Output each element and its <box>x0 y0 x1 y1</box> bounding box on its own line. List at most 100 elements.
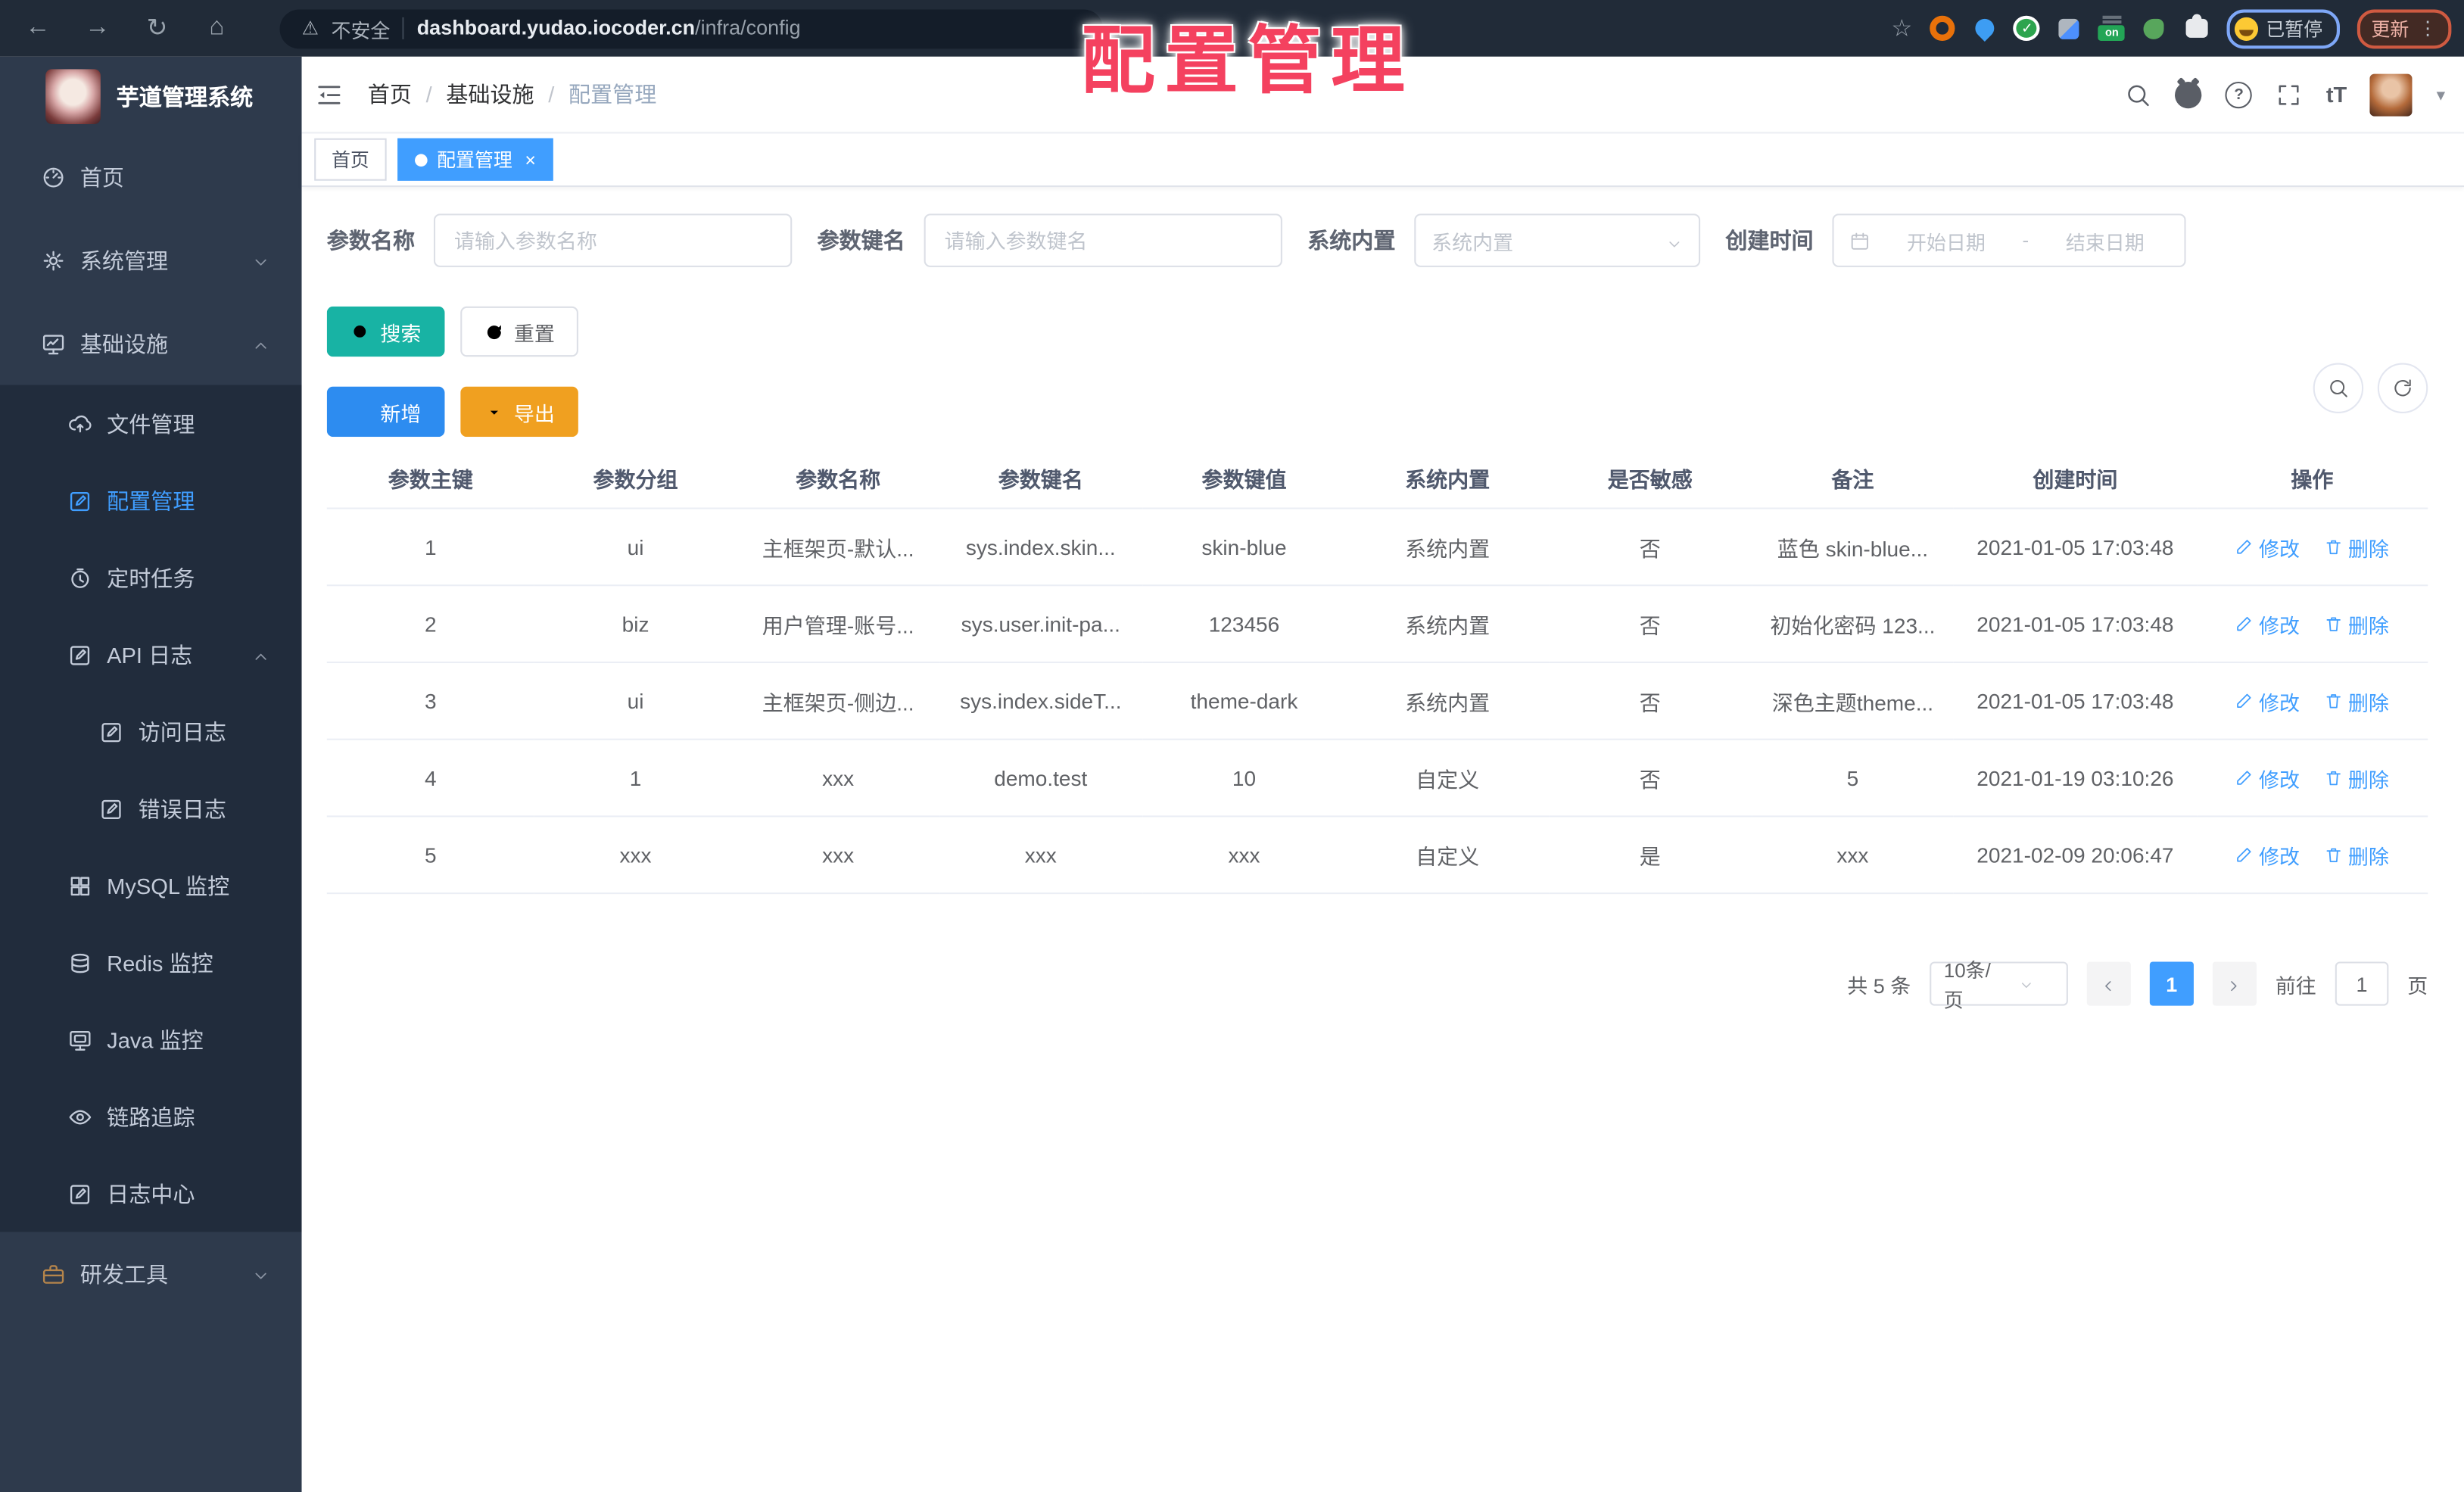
config-table: 参数主键 参数分组 参数名称 参数键名 参数键值 系统内置 是否敏感 备注 创建时间 操作 1 u… <box>326 449 2428 895</box>
user-avatar[interactable] <box>2370 73 2413 116</box>
sidebar-item-log-center[interactable]: 日志中心 <box>0 1155 302 1232</box>
sidebar-item-dev-tools[interactable]: 研发工具 <box>0 1232 302 1315</box>
browser-reload-icon[interactable]: ↻ <box>142 13 173 45</box>
refresh-table-button[interactable] <box>2377 363 2428 413</box>
tag-config-mgmt[interactable]: 配置管理 × <box>397 138 553 181</box>
app-logo-row[interactable]: 芋道管理系统 <box>0 57 302 135</box>
table-tools <box>2313 363 2428 413</box>
cloud-upload-icon <box>67 411 92 436</box>
fullscreen-icon[interactable] <box>2276 81 2302 107</box>
param-key-input[interactable] <box>924 213 1282 267</box>
extension-orange-icon[interactable] <box>1930 15 1955 41</box>
sidebar-item-tracing[interactable]: 链路追踪 <box>0 1078 302 1155</box>
sidebar-item-scheduled-tasks[interactable]: 定时任务 <box>0 539 302 616</box>
export-button[interactable]: 导出 <box>460 386 578 438</box>
column-header: 参数键名 <box>939 449 1142 509</box>
grid-icon <box>67 873 92 898</box>
cell-name: 主框架页-侧边... <box>737 662 939 740</box>
sidebar-item-error-logs[interactable]: 错误日志 <box>0 770 302 847</box>
edit-link[interactable]: 修改 <box>2235 763 2300 793</box>
delete-link[interactable]: 删除 <box>2325 609 2389 638</box>
start-date-placeholder: 开始日期 <box>1906 232 1986 254</box>
breadcrumb-home[interactable]: 首页 <box>368 79 412 111</box>
sidebar-item-config-mgmt[interactable]: 配置管理 <box>0 462 302 539</box>
delete-link[interactable]: 删除 <box>2325 763 2389 793</box>
table-header-row: 参数主键 参数分组 参数名称 参数键名 参数键值 系统内置 是否敏感 备注 创建时间 操作 <box>326 449 2428 509</box>
sidebar-item-label: 链路追踪 <box>107 1104 195 1129</box>
sidebar-item-mysql-monitor[interactable]: MySQL 监控 <box>0 847 302 924</box>
page-size-select[interactable]: 10条/页 <box>1930 960 2068 1012</box>
avatar-caret-icon[interactable]: ▾ <box>2437 84 2445 104</box>
cell-name: 用户管理-账号... <box>737 585 939 664</box>
database-icon <box>67 950 92 975</box>
log-edit-icon <box>99 719 124 744</box>
font-size-icon[interactable]: tT <box>2326 82 2347 107</box>
edit-link[interactable]: 修改 <box>2235 609 2300 638</box>
cell-operations: 修改 删除 <box>2196 585 2428 664</box>
table-row: 5 xxx xxx xxx xxx 自定义 是 xxx 2021-02-09 2… <box>326 816 2428 895</box>
search-icon[interactable] <box>2125 81 2151 107</box>
page-content: 参数名称 参数键名 系统内置 系统内置 <box>302 187 2464 1492</box>
browser-home-icon[interactable]: ⌂ <box>201 14 233 42</box>
sidebar-collapse-icon[interactable] <box>314 79 344 109</box>
bookmark-star-icon[interactable]: ☆ <box>1891 14 1912 42</box>
sidebar-item-java-monitor[interactable]: Java 监控 <box>0 1001 302 1078</box>
goto-page-input[interactable] <box>2335 961 2389 1006</box>
log-edit-icon <box>99 796 124 821</box>
delete-link[interactable]: 删除 <box>2325 840 2389 870</box>
delete-link[interactable]: 删除 <box>2325 532 2389 562</box>
sidebar-item-infrastructure[interactable]: 基础设施 <box>0 302 302 385</box>
prev-page-button[interactable] <box>2086 961 2131 1006</box>
sidebar-item-access-logs[interactable]: 访问日志 <box>0 693 302 770</box>
insecure-warning-icon: ⚠ <box>301 17 319 39</box>
create-time-label: 创建时间 <box>1725 228 1814 254</box>
edit-link[interactable]: 修改 <box>2235 840 2300 870</box>
browser-menu-kebab-icon[interactable]: ⋮ <box>2419 17 2438 39</box>
sidebar-item-redis-monitor[interactable]: Redis 监控 <box>0 924 302 1001</box>
param-name-input[interactable] <box>433 213 793 267</box>
chevron-left-icon <box>2100 975 2117 992</box>
extension-leaf-icon[interactable] <box>2142 16 2167 41</box>
edit-square-icon <box>67 488 92 513</box>
table-body: 1 ui 主框架页-默认... sys.index.skin... skin-b… <box>326 508 2428 895</box>
column-header: 操作 <box>2196 449 2428 509</box>
builtin-select[interactable]: 系统内置 <box>1414 213 1701 267</box>
add-button[interactable]: 新增 <box>326 386 445 438</box>
param-key-label: 参数键名 <box>817 228 905 254</box>
cell-remark: 蓝色 skin-blue... <box>1751 508 1955 587</box>
cell-sensitive: 否 <box>1548 585 1752 664</box>
tag-home[interactable]: 首页 <box>314 138 387 181</box>
edit-link[interactable]: 修改 <box>2235 686 2300 715</box>
sidebar-item-system-mgmt[interactable]: 系统管理 <box>0 219 302 302</box>
profile-paused-chip[interactable]: 已暂停 <box>2226 8 2340 48</box>
delete-link[interactable]: 删除 <box>2325 686 2389 715</box>
date-range-picker[interactable]: 开始日期 - 结束日期 <box>1832 213 2186 267</box>
current-page-button[interactable]: 1 <box>2149 961 2194 1006</box>
browser-back-icon[interactable]: ← <box>22 14 54 42</box>
search-button[interactable]: 搜索 <box>326 306 445 357</box>
browser-forward-icon[interactable]: → <box>82 14 114 42</box>
next-page-button[interactable] <box>2212 961 2257 1006</box>
sidebar-item-home[interactable]: 首页 <box>0 135 302 219</box>
breadcrumb-infrastructure[interactable]: 基础设施 <box>446 79 534 111</box>
sidebar-item-label: Java 监控 <box>107 1026 204 1052</box>
edit-link[interactable]: 修改 <box>2235 532 2300 562</box>
url-bar[interactable]: ⚠ 不安全 dashboard.yudao.iocoder.cn/infra/c… <box>279 8 1104 48</box>
infra-monitor-icon <box>41 331 66 356</box>
toggle-search-button[interactable] <box>2313 363 2364 413</box>
extension-squares-icon[interactable] <box>2057 16 2082 41</box>
cell-value: theme-dark <box>1142 662 1347 740</box>
sidebar-item-api-logs[interactable]: API 日志 <box>0 616 302 693</box>
sidebar-item-file-mgmt[interactable]: 文件管理 <box>0 385 302 463</box>
action-button-row: 新增 导出 <box>326 386 2428 438</box>
help-icon[interactable]: ? <box>2225 80 2253 108</box>
browser-update-button[interactable]: 更新 ⋮ <box>2357 8 2452 48</box>
github-icon[interactable] <box>2175 80 2202 108</box>
extension-check-icon[interactable]: ✓ <box>2014 15 2041 41</box>
reset-button[interactable]: 重置 <box>460 306 578 357</box>
extensions-puzzle-icon[interactable] <box>2184 14 2209 41</box>
tag-close-icon[interactable]: × <box>525 148 536 170</box>
column-header: 备注 <box>1751 449 1955 509</box>
extension-on-badge-icon[interactable]: on <box>2098 15 2126 41</box>
extension-pin-icon[interactable] <box>1971 14 1998 42</box>
